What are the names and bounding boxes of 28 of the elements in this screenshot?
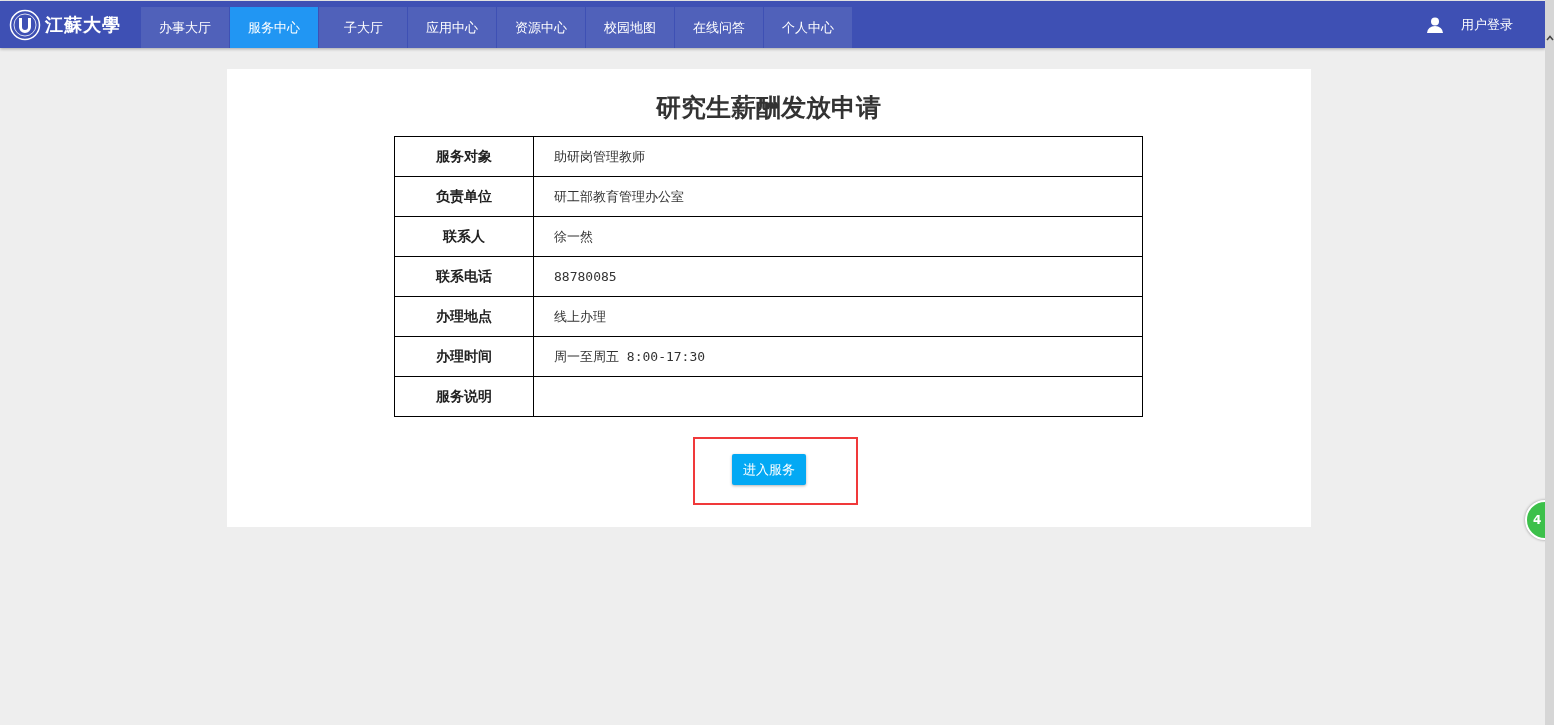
user-icon xyxy=(1427,16,1443,33)
scrollbar[interactable] xyxy=(1545,0,1554,725)
table-cell: 助研岗管理教师 xyxy=(533,136,1143,177)
table-cell: 线上办理 xyxy=(533,296,1143,337)
table-cell: 研工部教育管理办公室 xyxy=(533,176,1143,217)
nav-tab[interactable]: 办事大厅 xyxy=(141,7,229,48)
scroll-up-icon[interactable] xyxy=(1545,35,1554,41)
table-header-cell: 负责单位 xyxy=(394,176,534,217)
university-logo-text: 江蘇大學 xyxy=(45,12,121,37)
nav-tab[interactable]: 校园地图 xyxy=(586,7,674,48)
table-cell: 周一至周五 8:00-17:30 xyxy=(533,336,1143,377)
nav-tab[interactable]: 资源中心 xyxy=(497,7,585,48)
nav-tab[interactable]: 子大厅 xyxy=(319,7,407,48)
nav-tab[interactable]: 应用中心 xyxy=(408,7,496,48)
nav-tab[interactable]: 服务中心 xyxy=(230,7,318,48)
table-header-cell: 办理地点 xyxy=(394,296,534,337)
table-header-cell: 办理时间 xyxy=(394,336,534,377)
nav-tab[interactable]: 个人中心 xyxy=(764,7,852,48)
login-link[interactable]: 用户登录 xyxy=(1461,15,1513,34)
table-header-cell: 联系电话 xyxy=(394,256,534,297)
table-cell: 徐一然 xyxy=(533,216,1143,257)
page-title: 研究生薪酬发放申请 xyxy=(656,92,881,124)
university-emblem-icon xyxy=(9,8,41,41)
nav-tab[interactable]: 在线问答 xyxy=(675,7,763,48)
table-cell: 88780085 xyxy=(533,256,1143,297)
table-header-cell: 服务说明 xyxy=(394,376,534,417)
table-header-cell: 联系人 xyxy=(394,216,534,257)
table-header-cell: 服务对象 xyxy=(394,136,534,177)
